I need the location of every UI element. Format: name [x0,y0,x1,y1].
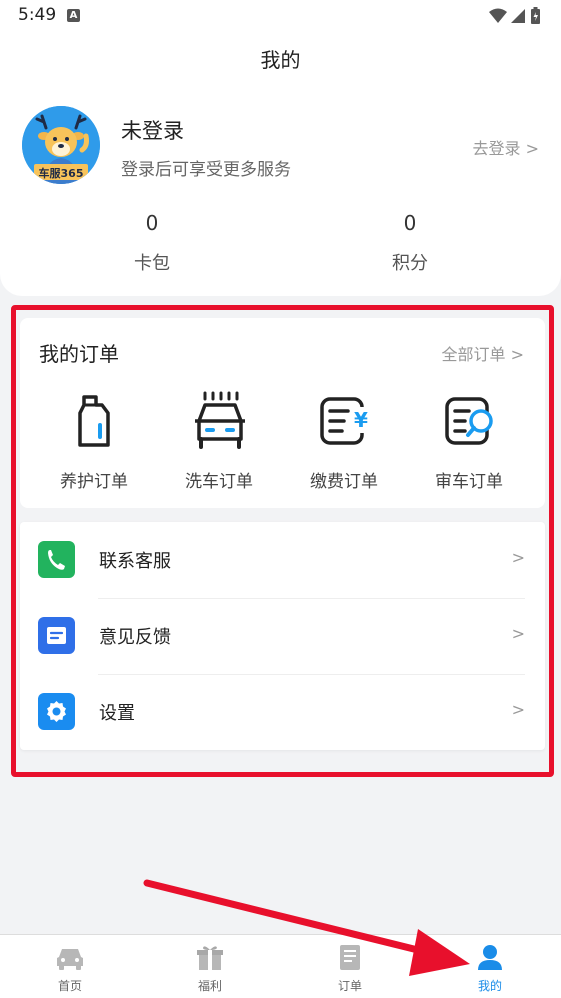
notification-icon: A [67,9,80,22]
tab-mine[interactable]: 我的 [420,935,560,994]
system-status-icons [489,7,540,24]
tab-home[interactable]: 首页 [0,935,140,994]
gift-icon [197,946,223,970]
user-name: 未登录 [121,119,184,143]
user-subtitle: 登录后可享受更多服务 [121,160,291,180]
tab-home-label: 首页 [57,979,82,993]
status-bar [0,0,561,32]
points-label[interactable]: 积分 [350,249,470,275]
login-link[interactable]: 去登录 > [473,135,540,159]
avatar[interactable]: 车服365 [22,106,100,184]
card-wallet-label[interactable]: 卡包 [92,249,212,275]
order-icon [340,945,360,970]
user-icon [478,945,502,970]
highlight-box [11,305,554,777]
tab-mine-label: 我的 [477,979,502,993]
status-time: 5:49 [18,5,57,25]
page-title: 我的 [260,48,301,72]
wifi-icon [489,8,507,23]
tab-orders[interactable]: 订单 [280,935,420,994]
tab-orders-label: 订单 [337,979,362,993]
signal-icon [511,9,525,23]
card-wallet-count[interactable]: 0 [92,211,212,235]
points-count[interactable]: 0 [350,211,470,235]
tab-benefits-label: 福利 [197,979,222,993]
car-icon [57,949,83,970]
tab-benefits[interactable]: 福利 [140,935,280,994]
avatar-badge-text: 车服365 [38,167,84,180]
